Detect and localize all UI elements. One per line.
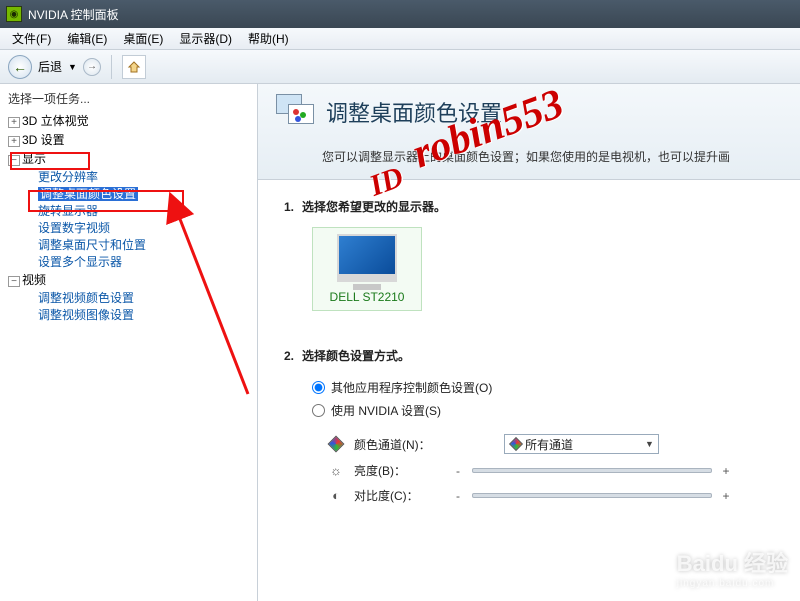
back-label: 后退 — [38, 58, 62, 75]
channel-dropdown[interactable]: 所有通道 ▼ — [504, 434, 659, 454]
radio-nvidia[interactable] — [312, 404, 325, 417]
menubar: 文件(F) 编辑(E) 桌面(E) 显示器(D) 帮助(H) — [0, 28, 800, 50]
monitor-label: DELL ST2210 — [317, 290, 417, 304]
task-label: 选择一项任务... — [0, 88, 257, 109]
tree-3d-stereo[interactable]: +3D 立体视觉 — [4, 111, 257, 130]
contrast-max: + — [722, 489, 730, 503]
monitor-icon — [337, 234, 397, 282]
forward-button[interactable]: → — [83, 58, 101, 76]
contrast-min: - — [454, 489, 462, 503]
header-monitors-icon — [276, 94, 316, 130]
tree-video[interactable]: −视频 — [4, 270, 257, 289]
brightness-label: 亮度(B)： — [354, 462, 444, 479]
content-pane: 调整桌面颜色设置 您可以调整显示器上的桌面颜色设置；如果您使用的是电视机，也可以… — [258, 84, 800, 601]
brightness-max: + — [722, 464, 730, 478]
radio-nvidia-label: 使用 NVIDIA 设置(S) — [331, 402, 441, 419]
tree-change-resolution[interactable]: 更改分辨率 — [4, 168, 257, 185]
nvidia-icon: ◉ — [6, 6, 22, 22]
tree-video-image[interactable]: 调整视频图像设置 — [4, 306, 257, 323]
tree-adjust-desktop-color[interactable]: 调整桌面颜色设置 — [4, 185, 257, 202]
tree-3d-settings[interactable]: +3D 设置 — [4, 130, 257, 149]
chevron-down-icon: ▼ — [645, 439, 654, 449]
brightness-slider[interactable] — [472, 468, 712, 473]
tree-size-position[interactable]: 调整桌面尺寸和位置 — [4, 236, 257, 253]
sidebar: 选择一项任务... +3D 立体视觉 +3D 设置 −显示 更改分辨率 调整桌面… — [0, 84, 258, 601]
channel-label: 颜色通道(N)： — [354, 436, 444, 453]
color-channel-icon — [328, 436, 344, 452]
home-button[interactable] — [122, 55, 146, 79]
window-titlebar: ◉ NVIDIA 控制面板 — [0, 0, 800, 28]
channel-value: 所有通道 — [525, 436, 573, 453]
step1-title: 1.选择您希望更改的显示器。 — [284, 198, 774, 215]
tree-rotate-display[interactable]: 旋转显示器 — [4, 202, 257, 219]
page-description: 您可以调整显示器上的桌面颜色设置；如果您使用的是电视机，也可以提升画 — [322, 148, 782, 165]
home-icon — [127, 60, 141, 74]
back-button[interactable]: ← — [8, 55, 32, 79]
radio-other-app[interactable] — [312, 381, 325, 394]
back-dropdown-icon[interactable]: ▼ — [68, 62, 77, 72]
nav-tree: +3D 立体视觉 +3D 设置 −显示 更改分辨率 调整桌面颜色设置 旋转显示器… — [0, 109, 257, 323]
contrast-label: 对比度(C)： — [354, 487, 444, 504]
radio-other-label: 其他应用程序控制颜色设置(O) — [331, 379, 492, 396]
menu-display[interactable]: 显示器(D) — [171, 30, 240, 47]
toolbar-separator — [111, 55, 112, 79]
tree-display[interactable]: −显示 — [4, 149, 257, 168]
toolbar: ← 后退 ▼ → — [0, 50, 800, 84]
content-header: 调整桌面颜色设置 您可以调整显示器上的桌面颜色设置；如果您使用的是电视机，也可以… — [258, 84, 800, 180]
tree-video-color[interactable]: 调整视频颜色设置 — [4, 289, 257, 306]
contrast-icon: ◐ — [328, 488, 344, 504]
contrast-slider[interactable] — [472, 493, 712, 498]
tree-multi-display[interactable]: 设置多个显示器 — [4, 253, 257, 270]
dropdown-color-icon — [509, 437, 523, 451]
brightness-min: - — [454, 464, 462, 478]
menu-help[interactable]: 帮助(H) — [240, 30, 297, 47]
page-title: 调整桌面颜色设置 — [326, 96, 502, 128]
brightness-icon: ☼ — [328, 463, 344, 479]
tree-digital-video[interactable]: 设置数字视频 — [4, 219, 257, 236]
menu-edit[interactable]: 编辑(E) — [59, 30, 115, 47]
window-title: NVIDIA 控制面板 — [28, 6, 119, 23]
monitor-option[interactable]: DELL ST2210 — [312, 227, 422, 311]
step2-title: 2.选择颜色设置方式。 — [284, 347, 774, 364]
menu-desktop[interactable]: 桌面(E) — [115, 30, 171, 47]
menu-file[interactable]: 文件(F) — [4, 30, 59, 47]
